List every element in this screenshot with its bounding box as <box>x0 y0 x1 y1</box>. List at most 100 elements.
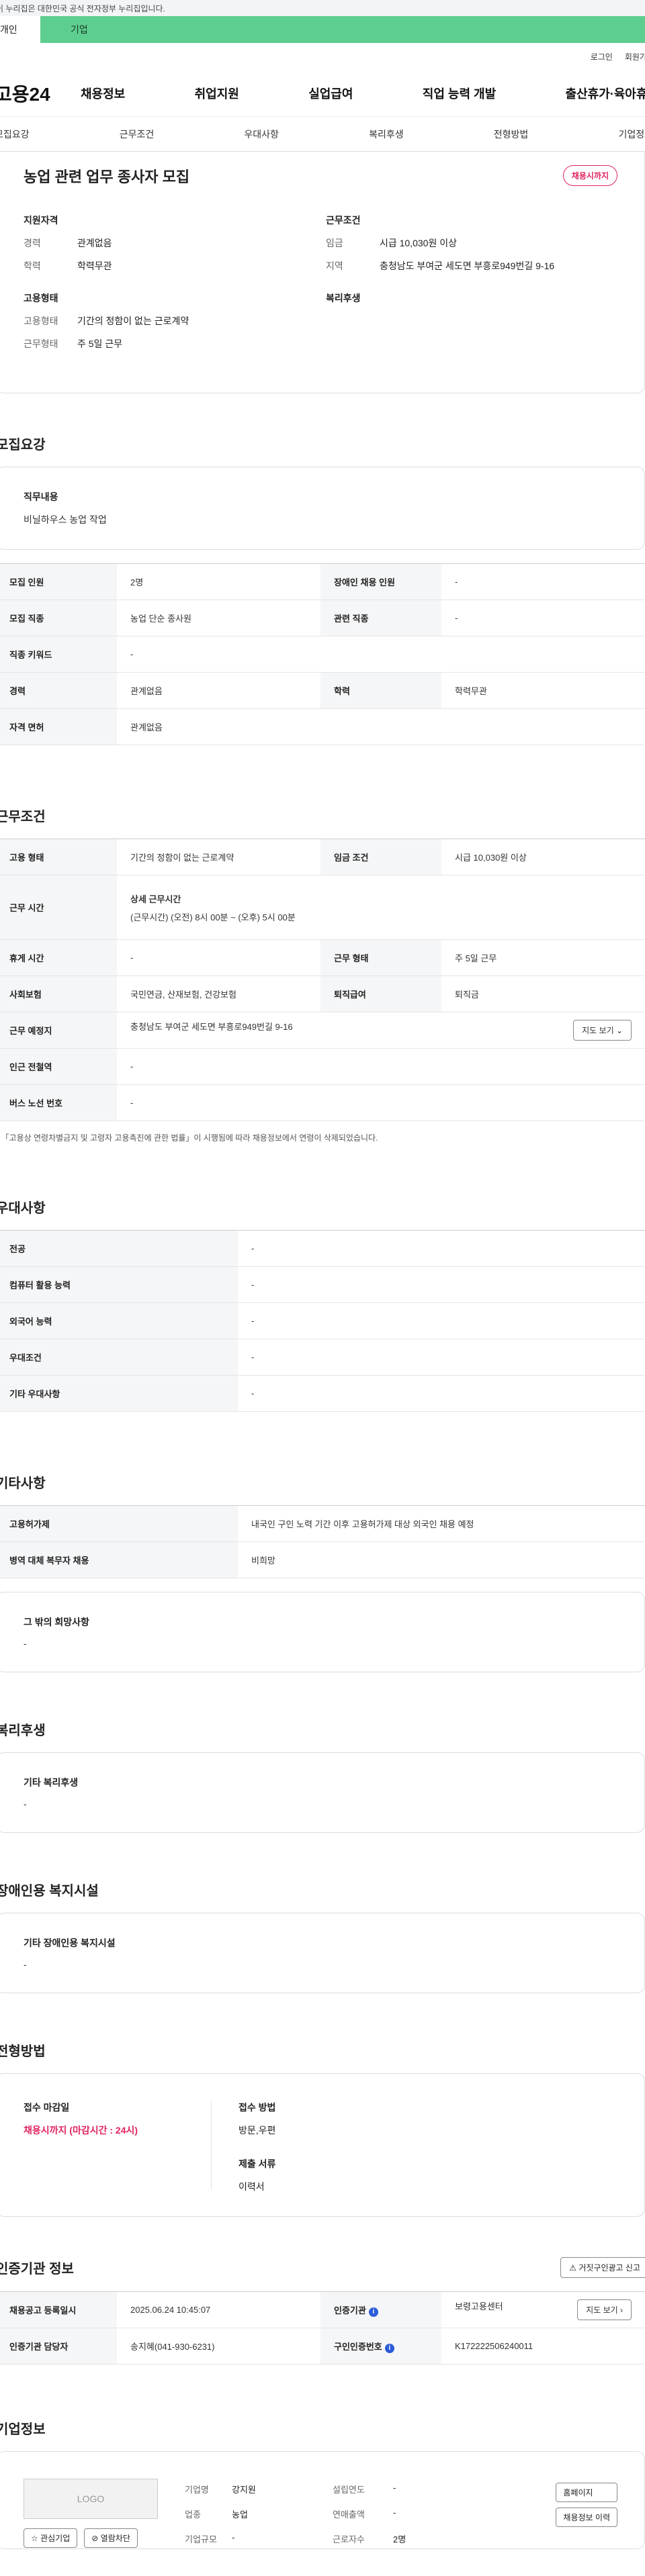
cell-value: 송지혜(041-930-6231) <box>117 2328 320 2365</box>
table-row: 전공- <box>0 1231 645 1267</box>
cell-key: 고용허가제 <box>0 1506 238 1542</box>
info-icon[interactable]: i <box>369 2307 378 2317</box>
cert-table: 채용공고 등록일시2025.06.24 10:45:07인증기관i보령고용센터지… <box>0 2291 645 2365</box>
prefer-table: 전공- 컴퓨터 활용 능력- 외국어 능력- 우대조건- 기타 우대사항- <box>0 1230 645 1412</box>
cell-key: 자격 면허 <box>0 709 117 745</box>
disabled-card-value: - <box>24 1959 617 1970</box>
cell-value: - <box>117 1049 645 1085</box>
favorite-company-button[interactable]: ☆ 관심기업 <box>24 2528 77 2548</box>
wish-card: 그 밖의 희망사항 - <box>0 1592 645 1672</box>
job-summary-card: 농업 관련 업무 종사자 모집 채용시까지 지원자격 경력관계없음 학력학력무관… <box>0 152 645 393</box>
org-map-button[interactable]: 지도 보기 › <box>577 2299 632 2320</box>
gnb-leave[interactable]: 출산휴가·육아휴직 <box>566 85 645 102</box>
cell-key: 사회보험 <box>0 976 117 1012</box>
table-row: 자격 면허관계없음 <box>0 709 645 745</box>
cell-value: 기간의 정함이 없는 근로계약 <box>117 839 320 875</box>
table-row: 인근 전철역- <box>0 1049 645 1085</box>
table-row: 외국어 능력- <box>0 1303 645 1339</box>
site-logo[interactable]: 고용24 <box>0 80 75 107</box>
recruit-title: 모집요강 <box>0 434 645 453</box>
block-view-button[interactable]: ⊘ 열람차단 <box>84 2528 138 2548</box>
disabled-card: 기타 장애인용 복지시설 - <box>0 1913 645 1993</box>
subnav-company[interactable]: 기업정보 <box>618 128 645 141</box>
cell-key: 임금 조건 <box>320 839 441 875</box>
wish-heading: 그 밖의 희망사항 <box>24 1615 617 1629</box>
worktype-value: 주 5일 근무 <box>77 337 122 350</box>
qual-heading: 지원자격 <box>24 213 326 227</box>
deadline-value: 채용시까지 (마감시간 : 24시) <box>24 2124 211 2137</box>
global-nav: 고용24 채용정보 취업지원 실업급여 직업 능력 개발 출산휴가·육아휴직 <box>0 70 645 117</box>
cell-key: 인증기관i <box>320 2292 441 2328</box>
welfare-card-value: - <box>24 1799 617 1809</box>
login-link[interactable]: 로그인 <box>591 51 613 62</box>
table-row: 병역 대체 복무자 채용비희망 <box>0 1542 645 1578</box>
cell-key: 채용공고 등록일시 <box>0 2292 117 2328</box>
gnb-training[interactable]: 직업 능력 개발 <box>423 85 496 102</box>
cell-key: 인근 전철역 <box>0 1049 117 1085</box>
cell-key: 고용 형태 <box>0 839 117 875</box>
cell-value: - <box>238 1376 645 1412</box>
table-row: 버스 노선 번호- <box>0 1085 645 1121</box>
duty-card: 직무내용 비닐하우스 농업 작업 <box>0 467 645 550</box>
info-value: - <box>393 2508 474 2520</box>
util-links: 로그인 회원가입 <box>0 43 645 70</box>
cell-value: 학력무관 <box>441 673 645 709</box>
info-key: 근로자수 <box>333 2532 393 2545</box>
deadline-heading: 접수 마감일 <box>24 2101 211 2114</box>
subnav-recruit[interactable]: 모집요강 <box>0 128 30 141</box>
map-button[interactable]: 지도 보기 ⌄ <box>573 1020 632 1041</box>
edu-label: 학력 <box>24 259 77 273</box>
subnav-welfare[interactable]: 복리후생 <box>369 128 404 141</box>
table-row: 고용 형태기간의 정함이 없는 근로계약임금 조건시급 10,030원 이상 <box>0 839 645 875</box>
info-icon[interactable]: i <box>385 2344 394 2353</box>
info-value: - <box>393 2483 474 2495</box>
gnb-employment-support[interactable]: 취업지원 <box>195 85 239 102</box>
table-row: 경력관계없음학력학력무관 <box>0 673 645 709</box>
info-key: 기업명 <box>185 2483 232 2495</box>
gnb-unemployment[interactable]: 실업급여 <box>308 85 353 102</box>
company-logo: LOGO <box>24 2479 158 2519</box>
cert-header: 인증기관 정보 ⚠ 거짓구인광고 신고 <box>0 2257 645 2278</box>
cell-value: - <box>238 1303 645 1339</box>
signup-link[interactable]: 회원가입 <box>625 51 645 62</box>
conditions-title: 근무조건 <box>0 806 645 825</box>
cell-key: 관련 직종 <box>320 600 441 636</box>
cell-key: 전공 <box>0 1231 238 1267</box>
etc-title: 기타사항 <box>0 1472 645 1492</box>
cert-title: 인증기관 정보 <box>0 2258 74 2277</box>
subnav-conditions[interactable]: 근무조건 <box>120 128 155 141</box>
info-value: 강지원 <box>232 2483 333 2495</box>
cell-key: 학력 <box>320 673 441 709</box>
cell-value: 보령고용센터지도 보기 › <box>441 2292 645 2328</box>
company-title: 기업정보 <box>0 2418 645 2438</box>
table-row: 근무 시간상세 근무시간(근무시간) (오전) 8시 00분 ~ (오후) 5시… <box>0 875 645 940</box>
conditions-table: 고용 형태기간의 정함이 없는 근로계약임금 조건시급 10,030원 이상 근… <box>0 839 645 1121</box>
report-fake-ad-button[interactable]: ⚠ 거짓구인광고 신고 <box>560 2257 645 2278</box>
method-heading: 접수 방법 <box>239 2101 275 2114</box>
subnav-prefer[interactable]: 우대사항 <box>244 128 279 141</box>
cell-value: 농업 단순 종사원 <box>117 600 320 636</box>
subnav-process[interactable]: 전형방법 <box>494 128 529 141</box>
cell-key: 모집 직종 <box>0 600 117 636</box>
gov-banner: 이 누리집은 대한민국 공식 전자정부 누리집입니다. <box>0 0 645 16</box>
process-card: 접수 마감일 채용시까지 (마감시간 : 24시) 접수 방법 방문,우편 제출… <box>0 2073 645 2217</box>
homepage-button[interactable]: 홈페이지 <box>556 2483 617 2502</box>
cell-value: 충청남도 부여군 세도면 부흥로949번길 9-16지도 보기 ⌄ <box>117 1012 645 1049</box>
cell-key: 휴게 시간 <box>0 940 117 976</box>
gnb-jobs[interactable]: 채용정보 <box>81 85 125 102</box>
cell-value: - <box>117 636 645 673</box>
info-key: 설립연도 <box>333 2483 393 2495</box>
cell-key: 기타 우대사항 <box>0 1376 238 1412</box>
cell-value: - <box>117 940 320 976</box>
job-history-button[interactable]: 채용정보 이력 <box>556 2508 617 2527</box>
cell-key: 구인인증번호i <box>320 2328 441 2365</box>
cell-key: 컴퓨터 활용 능력 <box>0 1267 238 1303</box>
table-row: 모집 직종농업 단순 종사원관련 직종- <box>0 600 645 636</box>
tab-corporate[interactable]: 기업 <box>40 16 645 43</box>
wage-label: 임금 <box>326 236 380 250</box>
cell-key: 근무 예정지 <box>0 1012 117 1049</box>
tab-personal[interactable]: 개인 <box>0 16 40 43</box>
etc-table: 고용허가제내국인 구인 노력 기간 이후 고용허가제 대상 외국인 채용 예정 … <box>0 1505 645 1578</box>
cell-key: 경력 <box>0 673 117 709</box>
duty-heading: 직무내용 <box>24 490 617 504</box>
